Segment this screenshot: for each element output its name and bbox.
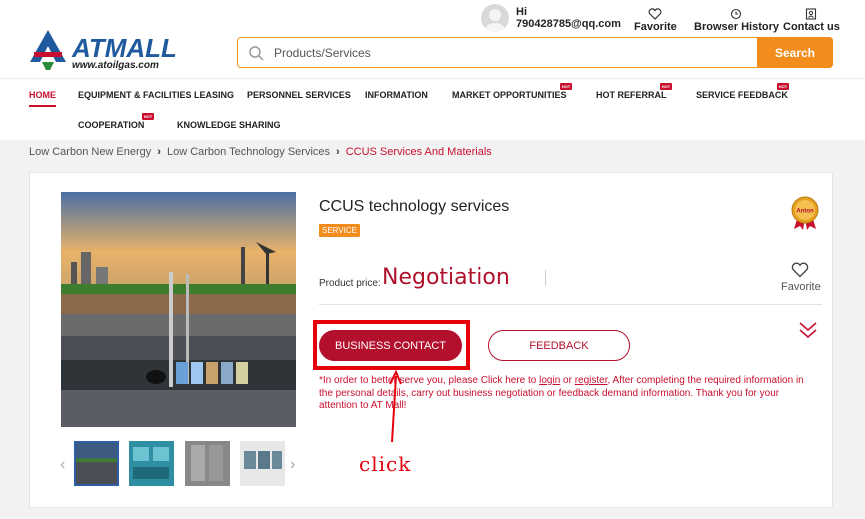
header-favorite-link[interactable]: Favorite <box>634 8 677 33</box>
breadcrumb-item[interactable]: Low Carbon Technology Services <box>167 146 330 158</box>
divider <box>545 270 546 286</box>
thumbnail-image[interactable] <box>74 441 119 486</box>
main-nav: HOME EQUIPMENT & FACILITIES LEASING PERS… <box>0 78 865 140</box>
login-link[interactable]: login <box>539 375 560 386</box>
thumbnail-prev-icon[interactable]: ‹ <box>60 456 65 474</box>
hot-badge: HOT <box>777 83 789 90</box>
user-email[interactable]: 790428785@qq.com <box>516 18 621 30</box>
user-greeting: Hi <box>516 6 527 18</box>
divider <box>319 304 822 305</box>
top-header: ATMALL www.atoilgas.com Search Hi 790428… <box>0 0 865 78</box>
heart-icon[interactable] <box>791 262 809 278</box>
hot-badge: HOT <box>660 83 672 90</box>
annotation-arrow-icon <box>389 370 402 442</box>
heart-icon <box>648 8 662 20</box>
search-button[interactable]: Search <box>757 37 833 68</box>
chevron-right-icon: › <box>157 146 161 158</box>
thumbnail-image[interactable] <box>129 441 174 486</box>
search-bar: Search <box>237 37 833 68</box>
nav-market-opportunities[interactable]: MARKET OPPORTUNITIES <box>452 90 567 100</box>
avatar[interactable] <box>481 4 509 32</box>
annotation-click-text: click <box>359 452 412 476</box>
contact-label: Contact us <box>783 21 840 33</box>
price-value: Negotiation <box>382 265 510 290</box>
nav-service-feedback[interactable]: SERVICE FEEDBACK <box>696 90 788 100</box>
contact-icon <box>806 8 817 20</box>
double-chevron-down-icon[interactable] <box>798 320 818 340</box>
service-tag: SERVICE <box>319 224 360 237</box>
thumbnail-image[interactable] <box>185 441 230 486</box>
nav-equipment-leasing[interactable]: EQUIPMENT & FACILITIES LEASING <box>78 90 234 100</box>
nav-cooperation[interactable]: COOPERATION <box>78 120 144 130</box>
product-main-image <box>61 192 296 427</box>
clock-icon <box>731 8 742 20</box>
chevron-right-icon: › <box>336 146 340 158</box>
hot-badge: HOT <box>142 113 154 120</box>
breadcrumb: Low Carbon New Energy › Low Carbon Technol… <box>29 146 492 158</box>
thumbnail-image[interactable] <box>240 441 285 486</box>
nav-knowledge-sharing[interactable]: KNOWLEDGE SHARING <box>177 120 281 130</box>
nav-hot-referral[interactable]: HOT REFERRAL <box>596 90 667 100</box>
price-label: Product price: <box>319 278 381 289</box>
breadcrumb-current[interactable]: CCUS Services And Materials <box>346 146 492 158</box>
favorite-button-label[interactable]: Favorite <box>781 281 821 293</box>
nav-active-indicator <box>29 105 56 107</box>
header-contact-link[interactable]: Contact us <box>783 8 840 33</box>
feedback-button[interactable]: FEEDBACK <box>488 330 630 361</box>
nav-home[interactable]: HOME <box>29 90 56 100</box>
user-avatar-icon <box>485 9 505 32</box>
nav-information[interactable]: INFORMATION <box>365 90 428 100</box>
history-label: Browser History <box>694 21 779 33</box>
notice-text: *In order to better serve you, please Cl… <box>319 375 540 386</box>
badge-text: Anton <box>796 209 814 215</box>
search-input[interactable] <box>274 38 754 67</box>
thumbnail-next-icon[interactable]: › <box>290 456 295 474</box>
product-title: CCUS technology services <box>319 198 510 215</box>
nav-personnel-services[interactable]: PERSONNEL SERVICES <box>247 90 351 100</box>
supplier-badge-icon[interactable]: Anton <box>790 196 820 230</box>
favorite-label: Favorite <box>634 21 677 33</box>
logo-url: www.atoilgas.com <box>72 60 159 71</box>
hot-badge: HOT <box>560 83 572 90</box>
header-history-link[interactable]: Browser History <box>694 8 779 33</box>
breadcrumb-item[interactable]: Low Carbon New Energy <box>29 146 151 158</box>
register-link[interactable]: register <box>575 375 608 386</box>
business-contact-button[interactable]: BUSINESS CONTACT <box>319 330 462 361</box>
notice-text: or <box>560 375 575 386</box>
search-icon <box>249 46 264 61</box>
